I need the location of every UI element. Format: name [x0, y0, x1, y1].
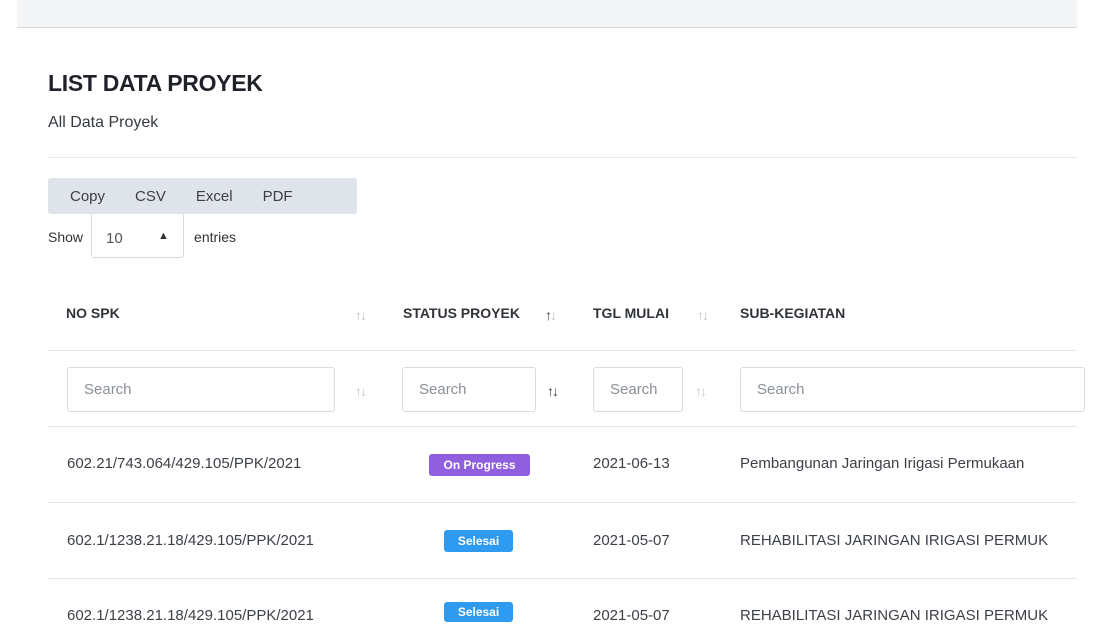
cell-no-spk: 602.21/743.064/429.105/PPK/2021: [67, 455, 302, 472]
show-label: Show: [48, 229, 84, 245]
search-input-sub-kegiatan[interactable]: Search: [740, 367, 1085, 412]
sort-icon[interactable]: ↑↓: [697, 307, 709, 323]
status-badge-on-progress: On Progress: [429, 454, 530, 476]
cell-tgl-mulai: 2021-05-07: [593, 607, 670, 624]
sort-ascending-icon[interactable]: ↑↓: [547, 383, 559, 399]
column-header-no-spk[interactable]: NO SPK: [66, 305, 120, 321]
sort-icon[interactable]: ↑↓: [355, 307, 367, 323]
search-input-tgl-mulai[interactable]: Search: [593, 367, 683, 412]
divider: [48, 157, 1077, 158]
csv-button[interactable]: CSV: [135, 188, 166, 205]
cell-no-spk: 602.1/1238.21.18/429.105/PPK/2021: [67, 607, 314, 624]
search-input-status-proyek[interactable]: Search: [402, 367, 536, 412]
column-header-status-proyek[interactable]: STATUS PROYEK: [403, 305, 520, 321]
entries-length-control: Show 10 ▲ entries: [48, 214, 236, 258]
status-badge-selesai: Selesai: [444, 602, 513, 622]
top-bar: [17, 0, 1077, 28]
sort-icon[interactable]: ↑↓: [695, 383, 707, 399]
cell-sub-kegiatan: Pembangunan Jaringan Irigasi Permukaan: [740, 455, 1025, 472]
select-caret-icon: ▲: [158, 230, 169, 242]
cell-tgl-mulai: 2021-05-07: [593, 532, 670, 549]
sort-ascending-icon[interactable]: ↑↓: [545, 307, 557, 323]
column-header-tgl-mulai[interactable]: TGL MULAI: [593, 305, 669, 321]
cell-sub-kegiatan: REHABILITASI JARINGAN IRIGASI PERMUK: [740, 607, 1049, 624]
page-subtitle: All Data Proyek: [48, 114, 159, 131]
table-row-divider: [48, 578, 1077, 579]
excel-button[interactable]: Excel: [196, 188, 233, 205]
cell-sub-kegiatan: REHABILITASI JARINGAN IRIGASI PERMUK: [740, 532, 1049, 549]
cell-no-spk: 602.1/1238.21.18/429.105/PPK/2021: [67, 532, 314, 549]
export-button-group: Copy CSV Excel PDF: [48, 178, 357, 214]
entries-select[interactable]: 10 ▲: [91, 214, 185, 258]
status-badge-selesai: Selesai: [444, 530, 513, 552]
header-divider: [48, 350, 1077, 351]
table-row-divider: [48, 426, 1077, 427]
pdf-button[interactable]: PDF: [263, 188, 293, 205]
entries-label: entries: [194, 229, 237, 245]
table-row-divider: [48, 502, 1077, 503]
column-header-sub-kegiatan[interactable]: SUB-KEGIATAN: [740, 305, 845, 321]
page-title: LIST DATA PROYEK: [48, 70, 263, 96]
sort-icon[interactable]: ↑↓: [355, 383, 367, 399]
copy-button[interactable]: Copy: [70, 188, 105, 205]
search-input-no-spk[interactable]: Search: [67, 367, 335, 412]
cell-tgl-mulai: 2021-06-13: [593, 455, 670, 472]
entries-select-value: 10: [106, 230, 123, 247]
